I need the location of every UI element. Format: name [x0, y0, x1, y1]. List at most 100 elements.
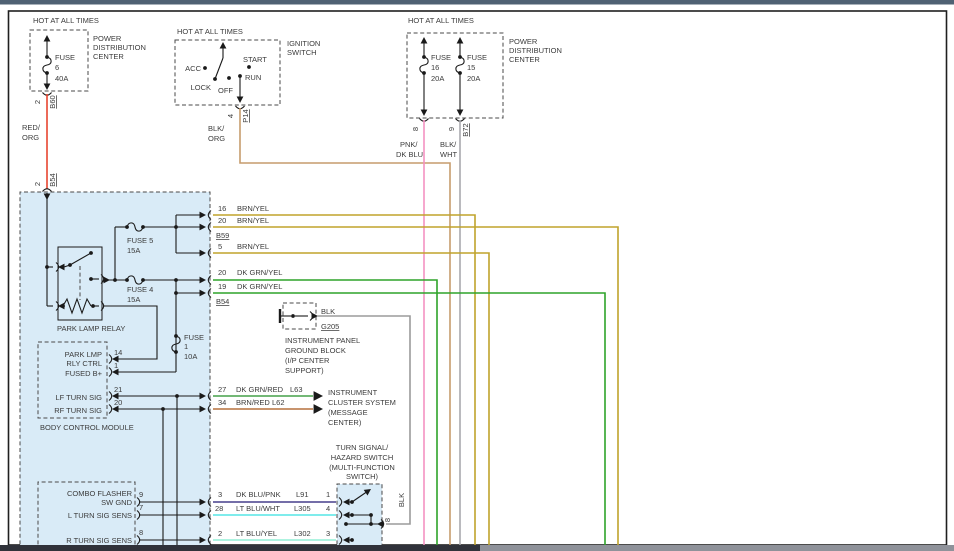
svg-text:DK BLU: DK BLU	[396, 150, 423, 159]
pos-acc: ACC	[185, 64, 201, 73]
switch-fill	[337, 484, 382, 551]
pin-number: 5	[218, 242, 222, 251]
svg-text:WHT: WHT	[440, 150, 457, 159]
svg-text:FUSE: FUSE	[467, 53, 487, 62]
connector-code: P14	[241, 109, 250, 122]
pin-number: 8	[383, 518, 392, 522]
svg-text:FUSE: FUSE	[431, 53, 451, 62]
pin-number: 8	[139, 528, 143, 537]
svg-text:DISTRIBUTION: DISTRIBUTION	[509, 46, 562, 55]
relay-label: PARK LAMP RELAY	[57, 324, 125, 333]
svg-text:(I/P CENTER: (I/P CENTER	[285, 356, 330, 365]
svg-text:SW GND: SW GND	[101, 498, 132, 507]
wire-color-label: LT BLU/WHT	[236, 504, 280, 513]
wire-color-label: BLK/	[440, 140, 457, 149]
pos-off: OFF	[218, 86, 233, 95]
pin-number: 1	[114, 361, 118, 370]
wire-color-label: BLK	[397, 493, 406, 507]
pin-number: 34	[218, 398, 226, 407]
svg-text:FUSED B+: FUSED B+	[65, 369, 103, 378]
pin-number: 21	[114, 385, 122, 394]
pin-number: 16	[218, 204, 226, 213]
svg-text:R TURN SIG SENS: R TURN SIG SENS	[66, 536, 132, 545]
svg-text:COMBO FLASHER: COMBO FLASHER	[67, 489, 133, 498]
pin-number: 9	[447, 127, 456, 131]
svg-text:20A: 20A	[467, 74, 480, 83]
pos-run: RUN	[245, 73, 261, 82]
svg-text:20A: 20A	[431, 74, 444, 83]
svg-text:15: 15	[467, 63, 475, 72]
pin-number: 2	[33, 182, 42, 186]
scrollbar-thumb[interactable]	[480, 545, 954, 551]
circuit-code: L63	[290, 385, 303, 394]
pin-number: 19	[218, 282, 226, 291]
wiring-diagram: HOT AT ALL TIMES FUSE 6 40A POWER DISTRI…	[0, 0, 954, 551]
cluster-label: INSTRUMENT	[328, 388, 378, 397]
pin-number: 2	[33, 100, 42, 104]
svg-text:HAZARD SWITCH: HAZARD SWITCH	[331, 453, 394, 462]
pin-number: 20	[114, 398, 122, 407]
pin-number: 8	[411, 127, 420, 131]
svg-text:1: 1	[184, 342, 188, 351]
svg-text:10A: 10A	[184, 352, 197, 361]
wire-color-label: DK GRN/YEL	[237, 282, 282, 291]
circuit-code: L305	[294, 504, 311, 513]
svg-text:ORG: ORG	[208, 134, 225, 143]
connector-code: B72	[461, 123, 470, 136]
wire-color-label: DK GRN/YEL	[237, 268, 282, 277]
circuit-code: L62	[272, 398, 285, 407]
svg-text:SWITCH): SWITCH)	[346, 472, 379, 481]
wire-color-label: BRN/YEL	[237, 204, 269, 213]
svg-text:RLY CTRL: RLY CTRL	[66, 359, 102, 368]
pin-number: 20	[218, 216, 226, 225]
park-lamp-module: PARK LAMP RELAY FUSE 5 15A FUSE 4 15A FU…	[20, 192, 211, 551]
connector-code: B59	[216, 231, 229, 240]
pin-number: 2	[218, 529, 222, 538]
wire-color-label: LT BLU/YEL	[236, 529, 277, 538]
svg-text:(MULTI-FUNCTION: (MULTI-FUNCTION	[329, 463, 395, 472]
svg-text:ORG: ORG	[22, 133, 39, 142]
pin-number: 3	[218, 490, 222, 499]
svg-text:15A: 15A	[127, 295, 140, 304]
box-title: IGNITION	[287, 39, 320, 48]
svg-text:SUPPORT): SUPPORT)	[285, 366, 324, 375]
svg-text:PARK LMP: PARK LMP	[65, 350, 102, 359]
svg-text:CLUSTER SYSTEM: CLUSTER SYSTEM	[328, 398, 396, 407]
fuse-number: 6	[55, 63, 59, 72]
fuse-name: FUSE	[55, 53, 75, 62]
fuse1-label: FUSE	[184, 333, 204, 342]
svg-text:LF TURN SIG: LF TURN SIG	[55, 393, 102, 402]
bcm-label: BODY CONTROL MODULE	[40, 423, 134, 432]
svg-text:GROUND BLOCK: GROUND BLOCK	[285, 346, 346, 355]
ground-label: INSTRUMENT PANEL	[285, 336, 360, 345]
hot-label: HOT AT ALL TIMES	[408, 16, 474, 25]
connector-code: B54	[48, 173, 57, 186]
fuse-rating: 40A	[55, 74, 68, 83]
connector-code: G205	[321, 322, 339, 331]
connector-code: B60	[48, 95, 57, 108]
wire-color-label: PNK/	[400, 140, 418, 149]
wire-color-label: RED/	[22, 123, 41, 132]
box-title: POWER	[509, 37, 538, 46]
wire-color-label: BLK/	[208, 124, 225, 133]
switch-title: TURN SIGNAL/	[336, 443, 389, 452]
hot-label: HOT AT ALL TIMES	[177, 27, 243, 36]
wire-color-label: BRN/YEL	[237, 242, 269, 251]
circuit-code: L91	[296, 490, 309, 499]
pin-number: 20	[218, 268, 226, 277]
pos-start: START	[243, 55, 267, 64]
pin-number: 28	[215, 504, 223, 513]
svg-text:SWITCH: SWITCH	[287, 48, 317, 57]
svg-text:RF TURN SIG: RF TURN SIG	[54, 406, 102, 415]
pin-number: 27	[218, 385, 226, 394]
svg-text:DISTRIBUTION: DISTRIBUTION	[93, 43, 146, 52]
svg-text:CENTER: CENTER	[509, 55, 540, 64]
screenshot-root: HOT AT ALL TIMES FUSE 6 40A POWER DISTRI…	[0, 0, 954, 551]
top-bar	[0, 0, 954, 5]
wire-color-label: BLK	[321, 307, 335, 316]
fuse5-label: FUSE 5	[127, 236, 153, 245]
pin-number: 1	[326, 490, 330, 499]
pin-number: 14	[114, 348, 122, 357]
pin-number: 7	[139, 503, 143, 512]
hot-label: HOT AT ALL TIMES	[33, 16, 99, 25]
